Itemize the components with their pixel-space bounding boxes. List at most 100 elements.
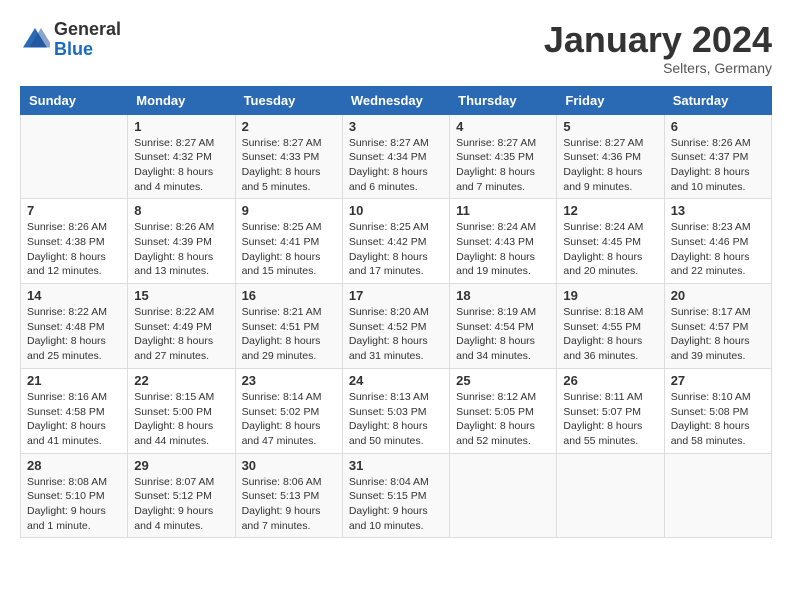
date-number: 27 xyxy=(671,373,765,388)
location-text: Selters, Germany xyxy=(544,60,772,76)
calendar-cell: 21 Sunrise: 8:16 AM Sunset: 4:58 PM Dayl… xyxy=(21,368,128,453)
cell-info: Sunrise: 8:25 AM Sunset: 4:41 PM Dayligh… xyxy=(242,220,336,279)
cell-info: Sunrise: 8:07 AM Sunset: 5:12 PM Dayligh… xyxy=(134,475,228,534)
date-number: 21 xyxy=(27,373,121,388)
cell-info: Sunrise: 8:20 AM Sunset: 4:52 PM Dayligh… xyxy=(349,305,443,364)
calendar-cell xyxy=(450,453,557,538)
date-number: 28 xyxy=(27,458,121,473)
date-number: 6 xyxy=(671,119,765,134)
cell-info: Sunrise: 8:27 AM Sunset: 4:36 PM Dayligh… xyxy=(563,136,657,195)
calendar-cell: 13 Sunrise: 8:23 AM Sunset: 4:46 PM Dayl… xyxy=(664,199,771,284)
logo: General Blue xyxy=(20,20,121,60)
calendar-row: 14 Sunrise: 8:22 AM Sunset: 4:48 PM Dayl… xyxy=(21,284,772,369)
cell-info: Sunrise: 8:10 AM Sunset: 5:08 PM Dayligh… xyxy=(671,390,765,449)
cell-info: Sunrise: 8:16 AM Sunset: 4:58 PM Dayligh… xyxy=(27,390,121,449)
date-number: 31 xyxy=(349,458,443,473)
calendar-row: 7 Sunrise: 8:26 AM Sunset: 4:38 PM Dayli… xyxy=(21,199,772,284)
weekday-header-saturday: Saturday xyxy=(664,86,771,114)
date-number: 4 xyxy=(456,119,550,134)
cell-info: Sunrise: 8:25 AM Sunset: 4:42 PM Dayligh… xyxy=(349,220,443,279)
calendar-cell: 23 Sunrise: 8:14 AM Sunset: 5:02 PM Dayl… xyxy=(235,368,342,453)
month-title: January 2024 xyxy=(544,20,772,60)
weekday-header-monday: Monday xyxy=(128,86,235,114)
calendar-cell xyxy=(664,453,771,538)
calendar-cell: 19 Sunrise: 8:18 AM Sunset: 4:55 PM Dayl… xyxy=(557,284,664,369)
cell-info: Sunrise: 8:12 AM Sunset: 5:05 PM Dayligh… xyxy=(456,390,550,449)
weekday-header-friday: Friday xyxy=(557,86,664,114)
date-number: 16 xyxy=(242,288,336,303)
cell-info: Sunrise: 8:27 AM Sunset: 4:32 PM Dayligh… xyxy=(134,136,228,195)
calendar-cell: 25 Sunrise: 8:12 AM Sunset: 5:05 PM Dayl… xyxy=(450,368,557,453)
calendar-cell: 18 Sunrise: 8:19 AM Sunset: 4:54 PM Dayl… xyxy=(450,284,557,369)
date-number: 23 xyxy=(242,373,336,388)
date-number: 9 xyxy=(242,203,336,218)
cell-info: Sunrise: 8:23 AM Sunset: 4:46 PM Dayligh… xyxy=(671,220,765,279)
calendar-cell: 24 Sunrise: 8:13 AM Sunset: 5:03 PM Dayl… xyxy=(342,368,449,453)
calendar-body: 1 Sunrise: 8:27 AM Sunset: 4:32 PM Dayli… xyxy=(21,114,772,538)
cell-info: Sunrise: 8:22 AM Sunset: 4:49 PM Dayligh… xyxy=(134,305,228,364)
calendar-cell: 10 Sunrise: 8:25 AM Sunset: 4:42 PM Dayl… xyxy=(342,199,449,284)
date-number: 12 xyxy=(563,203,657,218)
date-number: 3 xyxy=(349,119,443,134)
date-number: 22 xyxy=(134,373,228,388)
calendar-row: 1 Sunrise: 8:27 AM Sunset: 4:32 PM Dayli… xyxy=(21,114,772,199)
calendar-cell: 7 Sunrise: 8:26 AM Sunset: 4:38 PM Dayli… xyxy=(21,199,128,284)
cell-info: Sunrise: 8:27 AM Sunset: 4:33 PM Dayligh… xyxy=(242,136,336,195)
cell-info: Sunrise: 8:08 AM Sunset: 5:10 PM Dayligh… xyxy=(27,475,121,534)
cell-info: Sunrise: 8:24 AM Sunset: 4:45 PM Dayligh… xyxy=(563,220,657,279)
date-number: 2 xyxy=(242,119,336,134)
calendar-cell xyxy=(21,114,128,199)
date-number: 17 xyxy=(349,288,443,303)
date-number: 13 xyxy=(671,203,765,218)
calendar-cell: 9 Sunrise: 8:25 AM Sunset: 4:41 PM Dayli… xyxy=(235,199,342,284)
calendar-cell: 30 Sunrise: 8:06 AM Sunset: 5:13 PM Dayl… xyxy=(235,453,342,538)
date-number: 11 xyxy=(456,203,550,218)
weekday-header-sunday: Sunday xyxy=(21,86,128,114)
cell-info: Sunrise: 8:06 AM Sunset: 5:13 PM Dayligh… xyxy=(242,475,336,534)
date-number: 19 xyxy=(563,288,657,303)
cell-info: Sunrise: 8:13 AM Sunset: 5:03 PM Dayligh… xyxy=(349,390,443,449)
calendar-cell: 1 Sunrise: 8:27 AM Sunset: 4:32 PM Dayli… xyxy=(128,114,235,199)
date-number: 5 xyxy=(563,119,657,134)
calendar-table: SundayMondayTuesdayWednesdayThursdayFrid… xyxy=(20,86,772,539)
calendar-cell: 28 Sunrise: 8:08 AM Sunset: 5:10 PM Dayl… xyxy=(21,453,128,538)
weekday-row: SundayMondayTuesdayWednesdayThursdayFrid… xyxy=(21,86,772,114)
calendar-cell: 31 Sunrise: 8:04 AM Sunset: 5:15 PM Dayl… xyxy=(342,453,449,538)
weekday-header-tuesday: Tuesday xyxy=(235,86,342,114)
weekday-header-thursday: Thursday xyxy=(450,86,557,114)
cell-info: Sunrise: 8:11 AM Sunset: 5:07 PM Dayligh… xyxy=(563,390,657,449)
date-number: 30 xyxy=(242,458,336,473)
cell-info: Sunrise: 8:21 AM Sunset: 4:51 PM Dayligh… xyxy=(242,305,336,364)
date-number: 1 xyxy=(134,119,228,134)
page-header: General Blue January 2024 Selters, Germa… xyxy=(20,20,772,76)
date-number: 7 xyxy=(27,203,121,218)
cell-info: Sunrise: 8:27 AM Sunset: 4:35 PM Dayligh… xyxy=(456,136,550,195)
logo-icon xyxy=(20,25,50,55)
cell-info: Sunrise: 8:22 AM Sunset: 4:48 PM Dayligh… xyxy=(27,305,121,364)
cell-info: Sunrise: 8:26 AM Sunset: 4:38 PM Dayligh… xyxy=(27,220,121,279)
calendar-cell: 26 Sunrise: 8:11 AM Sunset: 5:07 PM Dayl… xyxy=(557,368,664,453)
date-number: 25 xyxy=(456,373,550,388)
calendar-row: 21 Sunrise: 8:16 AM Sunset: 4:58 PM Dayl… xyxy=(21,368,772,453)
cell-info: Sunrise: 8:15 AM Sunset: 5:00 PM Dayligh… xyxy=(134,390,228,449)
calendar-row: 28 Sunrise: 8:08 AM Sunset: 5:10 PM Dayl… xyxy=(21,453,772,538)
calendar-cell xyxy=(557,453,664,538)
date-number: 24 xyxy=(349,373,443,388)
calendar-cell: 12 Sunrise: 8:24 AM Sunset: 4:45 PM Dayl… xyxy=(557,199,664,284)
date-number: 29 xyxy=(134,458,228,473)
calendar-cell: 15 Sunrise: 8:22 AM Sunset: 4:49 PM Dayl… xyxy=(128,284,235,369)
date-number: 8 xyxy=(134,203,228,218)
calendar-cell: 5 Sunrise: 8:27 AM Sunset: 4:36 PM Dayli… xyxy=(557,114,664,199)
calendar-cell: 29 Sunrise: 8:07 AM Sunset: 5:12 PM Dayl… xyxy=(128,453,235,538)
cell-info: Sunrise: 8:19 AM Sunset: 4:54 PM Dayligh… xyxy=(456,305,550,364)
calendar-cell: 22 Sunrise: 8:15 AM Sunset: 5:00 PM Dayl… xyxy=(128,368,235,453)
date-number: 20 xyxy=(671,288,765,303)
cell-info: Sunrise: 8:24 AM Sunset: 4:43 PM Dayligh… xyxy=(456,220,550,279)
date-number: 18 xyxy=(456,288,550,303)
calendar-cell: 6 Sunrise: 8:26 AM Sunset: 4:37 PM Dayli… xyxy=(664,114,771,199)
date-number: 14 xyxy=(27,288,121,303)
calendar-cell: 14 Sunrise: 8:22 AM Sunset: 4:48 PM Dayl… xyxy=(21,284,128,369)
title-block: January 2024 Selters, Germany xyxy=(544,20,772,76)
cell-info: Sunrise: 8:18 AM Sunset: 4:55 PM Dayligh… xyxy=(563,305,657,364)
logo-blue-text: Blue xyxy=(54,39,93,59)
